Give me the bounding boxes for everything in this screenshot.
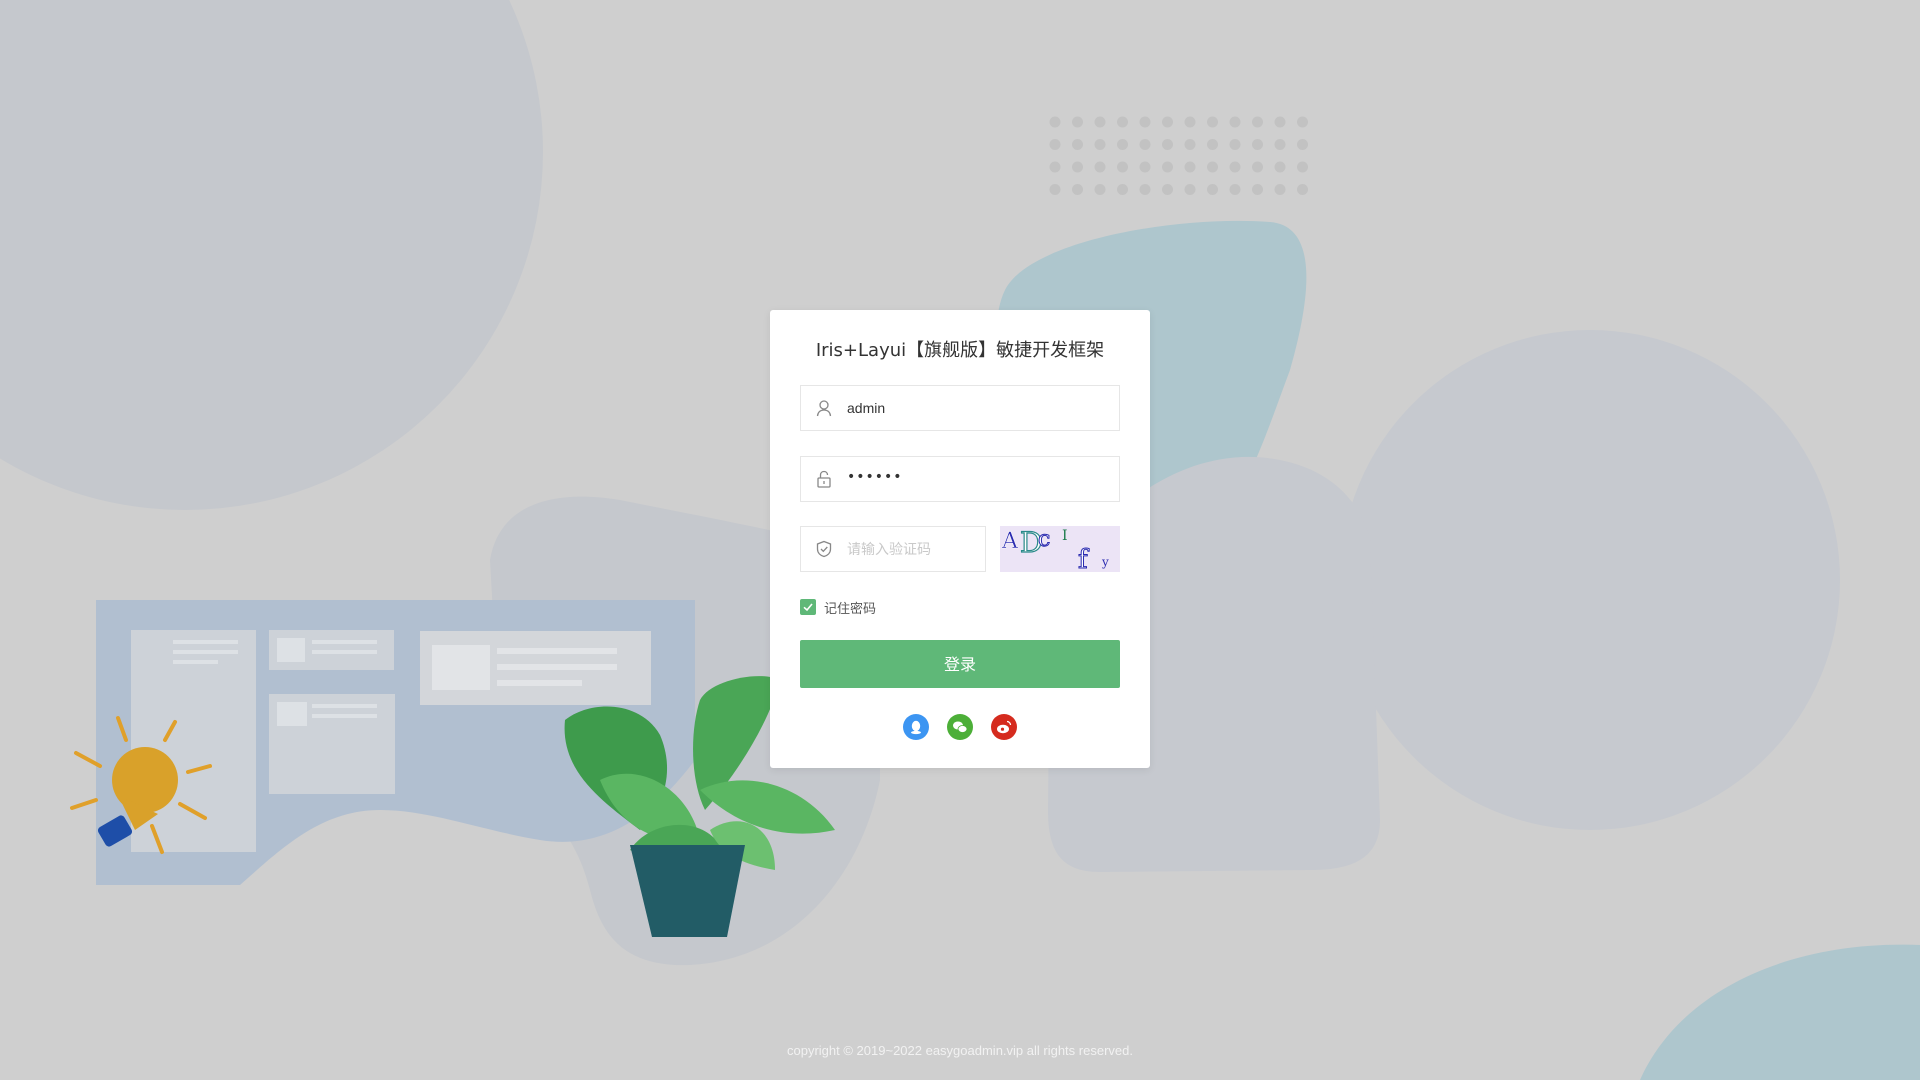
remember-label: 记住密码 — [824, 601, 877, 617]
social-login — [770, 714, 1150, 740]
svg-text:c: c — [1038, 527, 1050, 552]
login-title: Iris+Layui【旗舰版】敏捷开发框架 — [815, 340, 1105, 361]
qq-icon[interactable] — [903, 714, 929, 740]
password-field[interactable]: •••••• — [800, 456, 1120, 502]
username-field[interactable] — [800, 385, 1120, 431]
remember-password[interactable]: 记住密码 — [800, 598, 877, 617]
svg-text:I: I — [1062, 528, 1068, 544]
user-icon — [815, 399, 833, 417]
remember-checkbox[interactable] — [800, 599, 816, 615]
captcha-input[interactable] — [847, 527, 977, 571]
shield-check-icon — [815, 540, 833, 558]
password-input[interactable]: •••••• — [847, 469, 903, 485]
login-card: Iris+Layui【旗舰版】敏捷开发框架 •••••• A D c — [770, 310, 1150, 768]
bg-teal-corner — [1640, 944, 1920, 1080]
svg-text:y: y — [1101, 555, 1109, 569]
bg-circle-topleft — [0, 0, 543, 510]
bg-circle-right — [1340, 330, 1840, 830]
wechat-icon[interactable] — [947, 714, 973, 740]
weibo-icon[interactable] — [991, 714, 1017, 740]
svg-text:f: f — [1078, 545, 1090, 572]
captcha-image-graphic: A D c I f y — [1001, 525, 1109, 575]
captcha-image[interactable]: A D c I f y — [1000, 525, 1120, 576]
lock-icon — [815, 470, 833, 488]
dot-grid — [1049, 116, 1308, 195]
login-page: Iris+Layui【旗舰版】敏捷开发框架 •••••• A D c — [0, 0, 1920, 1080]
svg-text:A: A — [1001, 529, 1019, 554]
login-button[interactable]: 登录 — [800, 640, 1120, 688]
captcha-field[interactable] — [800, 526, 986, 572]
check-icon — [803, 603, 813, 612]
username-input[interactable] — [847, 386, 1107, 430]
copyright-text: copyright © 2019~2022 easygoadmin.vip al… — [787, 1043, 1133, 1058]
